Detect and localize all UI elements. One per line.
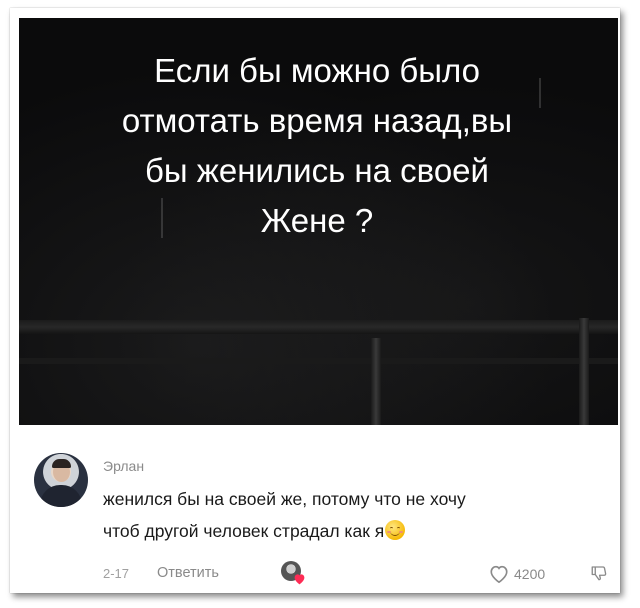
heart-outline-icon [488, 564, 510, 584]
avatar-hair [52, 459, 71, 468]
video-scene-rail-lower [19, 358, 618, 364]
video-frame[interactable]: Если бы можно было отмотать время назад,… [19, 18, 618, 425]
video-caption: Если бы можно было отмотать время назад,… [121, 52, 513, 239]
video-scene-post [579, 318, 589, 425]
like-count: 4200 [514, 566, 546, 582]
creator-heart-icon [293, 573, 307, 587]
creator-liked-badge [281, 561, 307, 587]
video-scene-rail [19, 320, 618, 334]
comment-text-line2: чтоб другой человек страдал как я [103, 521, 385, 541]
comment-date: 2-17 [103, 566, 130, 581]
smiling-face-icon [385, 520, 406, 540]
like-button[interactable]: 4200 [488, 563, 545, 585]
avatar-shoulders [40, 485, 82, 507]
comment-item: Эрлан женился бы на своей же, потому что… [10, 425, 620, 593]
comment-username[interactable]: Эрлан [103, 458, 144, 474]
comment-meta-row: 2-17 Ответить 4200 [103, 561, 610, 587]
page: Если бы можно было отмотать время назад,… [0, 0, 640, 608]
dislike-button[interactable] [590, 563, 610, 585]
video-scene-post [371, 338, 381, 425]
avatar[interactable] [34, 453, 88, 507]
comment-text: женился бы на своей же, потому что не хо… [103, 483, 593, 547]
comment-text-line1: женился бы на своей же, потому что не хо… [103, 489, 466, 509]
reply-button[interactable]: Ответить [157, 565, 219, 581]
thumbs-down-icon [590, 566, 608, 586]
screenshot-card: Если бы можно было отмотать время назад,… [10, 8, 620, 593]
